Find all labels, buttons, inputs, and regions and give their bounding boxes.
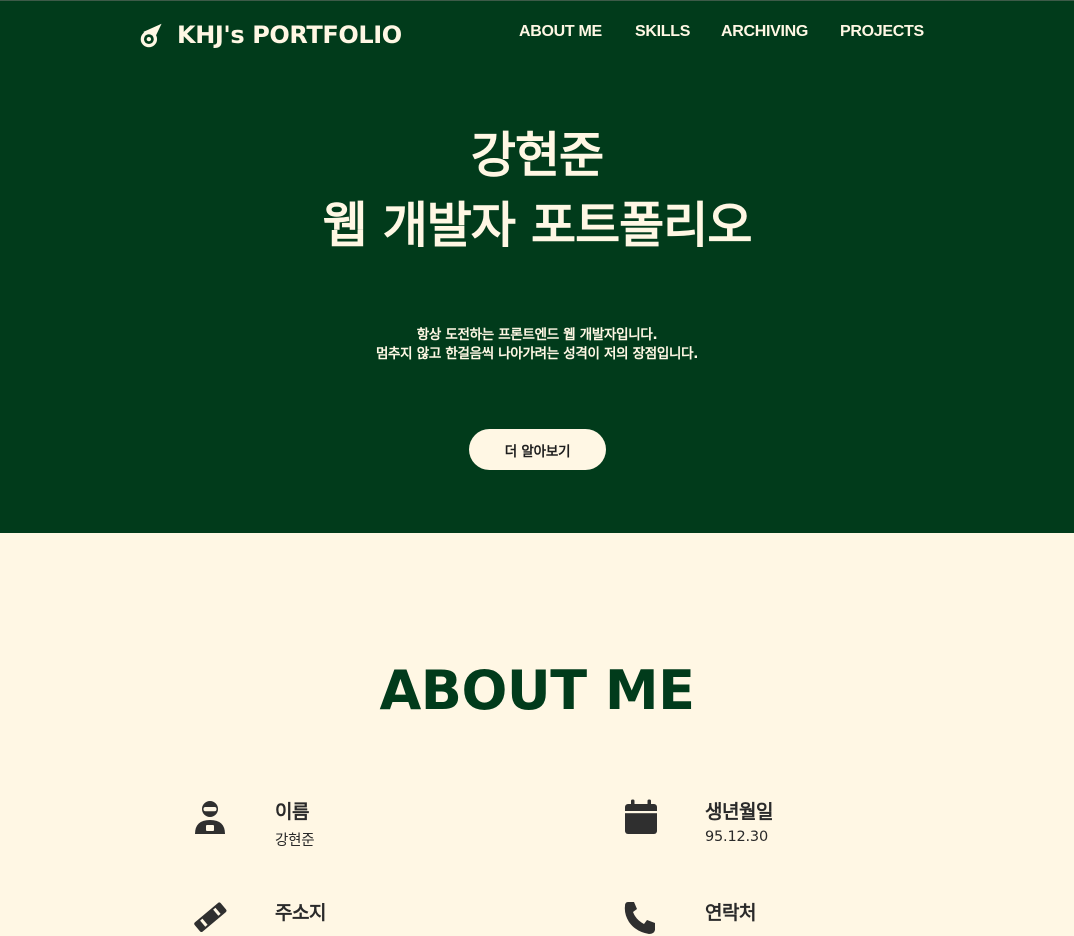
nav-link-archiving[interactable]: ARCHIVING xyxy=(721,23,808,41)
hero-description: 항상 도전하는 프론트엔드 웹 개발자입니다. 멈추지 않고 한걸음씩 나아가려… xyxy=(0,326,1074,364)
nav-link-skills[interactable]: SKILLS xyxy=(635,23,690,41)
hero-title-name: 강현준 xyxy=(470,127,604,184)
info-value: 95.12.30 xyxy=(705,829,768,845)
info-label: 생년월일 xyxy=(705,801,773,823)
info-label: 이름 xyxy=(275,801,309,823)
info-label: 연락처 xyxy=(705,902,756,924)
person-icon xyxy=(193,799,229,835)
location-pin-icon xyxy=(193,900,229,936)
hero-description-line: 멈추지 않고 한걸음씩 나아가려는 성격이 저의 장점입니다. xyxy=(375,346,699,362)
navbar: KHJ's PORTFOLIO ABOUT ME SKILLS ARCHIVIN… xyxy=(0,1,1074,67)
hero-description-line: 항상 도전하는 프론트엔드 웹 개발자입니다. xyxy=(416,327,658,343)
hero-title-subtitle: 웹 개발자 포트폴리오 xyxy=(322,197,753,254)
about-me-section: ABOUT ME 이름 강현준 생년월일 95.12.30 주소지 연락처 xyxy=(0,533,1074,934)
hero-title: 강현준 웹 개발자 포트폴리오 xyxy=(0,121,1074,261)
phone-icon xyxy=(623,900,659,936)
info-value: 강현준 xyxy=(275,833,315,849)
brand-logo-link[interactable]: KHJ's PORTFOLIO xyxy=(138,18,402,52)
info-label: 주소지 xyxy=(275,902,326,924)
nav-link-projects[interactable]: PROJECTS xyxy=(840,23,924,41)
calendar-icon xyxy=(623,799,659,835)
nav-link-about-me[interactable]: ABOUT ME xyxy=(519,23,602,41)
meteor-icon xyxy=(140,23,162,47)
brand-title: KHJ's PORTFOLIO xyxy=(177,21,402,49)
hero-section: KHJ's PORTFOLIO ABOUT ME SKILLS ARCHIVIN… xyxy=(0,0,1074,533)
about-me-title: ABOUT ME xyxy=(379,659,695,722)
learn-more-button[interactable]: 더 알아보기 xyxy=(469,429,606,470)
